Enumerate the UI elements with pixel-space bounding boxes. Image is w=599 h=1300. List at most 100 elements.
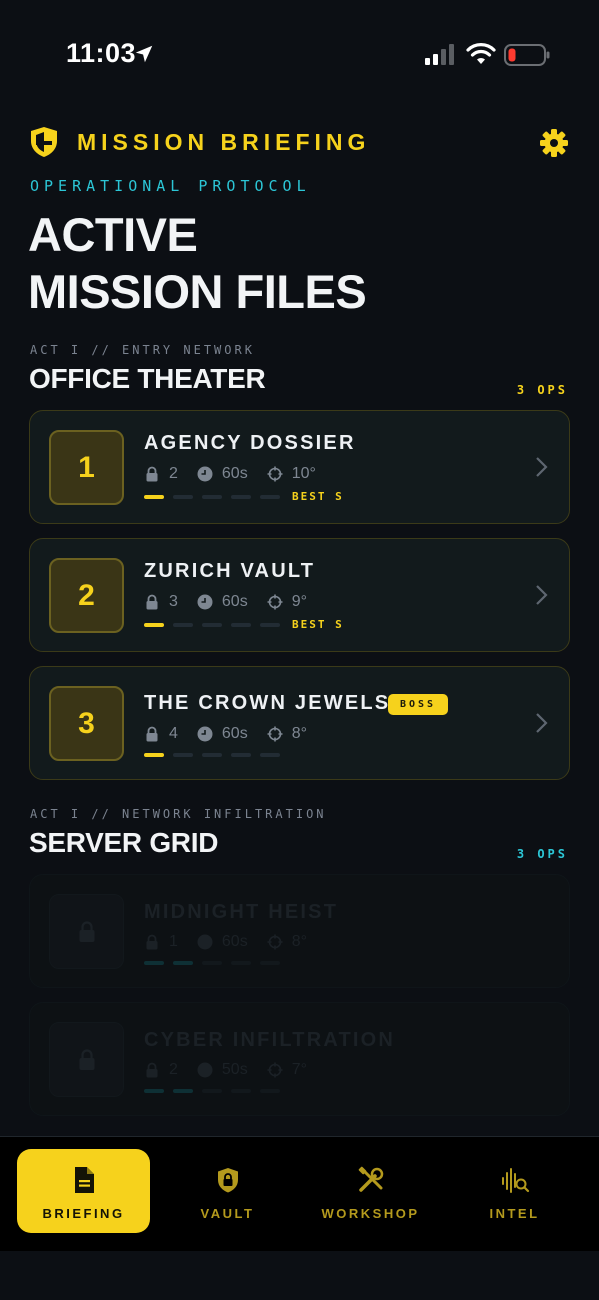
shield-logo-icon bbox=[31, 127, 57, 157]
progress-segment-filled bbox=[144, 495, 164, 499]
angle-tolerance: 9° bbox=[291, 593, 307, 610]
act-label: ACT I // ENTRY NETWORK bbox=[30, 343, 255, 357]
time-limit: 60s bbox=[221, 593, 248, 610]
lock-icon bbox=[79, 1048, 94, 1070]
mission-title: THE CROWN JEWELS bbox=[144, 692, 391, 714]
progress-segment bbox=[260, 623, 280, 627]
gear-icon[interactable] bbox=[539, 128, 569, 158]
mission-card[interactable]: 1 AGENCY DOSSIER 2 60s 10° BEST S bbox=[29, 410, 570, 524]
progress-segment bbox=[231, 961, 251, 965]
app-header: MISSION BRIEFING bbox=[0, 120, 599, 170]
wifi-icon bbox=[466, 43, 496, 64]
tab-label: WORKSHOP bbox=[321, 1206, 420, 1221]
mission-number: 3 bbox=[49, 686, 124, 761]
tab-intel[interactable]: INTEL bbox=[448, 1149, 581, 1233]
tab-briefing[interactable]: BRIEFING bbox=[17, 1149, 150, 1233]
tab-label: BRIEFING bbox=[42, 1206, 125, 1221]
document-icon bbox=[74, 1167, 94, 1193]
tab-vault[interactable]: VAULT bbox=[161, 1149, 294, 1233]
best-rank: BEST S bbox=[292, 490, 344, 503]
mission-stats: 4 60s 8° bbox=[144, 723, 326, 745]
chevron-right-icon bbox=[536, 713, 548, 733]
progress-segment bbox=[231, 753, 251, 757]
mission-title: MIDNIGHT HEIST bbox=[144, 901, 339, 923]
progress-segment-filled bbox=[144, 1089, 164, 1093]
mission-progress bbox=[144, 1089, 289, 1093]
battery-low-icon bbox=[504, 44, 550, 66]
clock-icon bbox=[197, 934, 213, 950]
lock-icon bbox=[79, 920, 94, 942]
mission-progress bbox=[144, 495, 289, 499]
chevron-right-icon bbox=[536, 457, 548, 477]
clock-icon bbox=[197, 726, 213, 742]
progress-segment bbox=[202, 495, 222, 499]
mission-stats: 3 60s 9° bbox=[144, 591, 326, 613]
progress-segment bbox=[260, 961, 280, 965]
progress-segment-filled bbox=[144, 753, 164, 757]
mission-stats: 2 60s 10° bbox=[144, 463, 335, 485]
lock-shield-icon bbox=[217, 1168, 238, 1193]
mission-stats: 2 50s 7° bbox=[144, 1059, 326, 1081]
progress-segment-filled bbox=[144, 961, 164, 965]
best-rank: BEST S bbox=[292, 618, 344, 631]
boss-badge: BOSS bbox=[388, 694, 449, 715]
lock-icon bbox=[146, 726, 158, 742]
mission-progress bbox=[144, 753, 289, 757]
lock-count: 2 bbox=[169, 1061, 178, 1078]
clock-icon bbox=[197, 1062, 213, 1078]
lock-icon bbox=[146, 1062, 158, 1078]
progress-segment-filled bbox=[173, 961, 193, 965]
page-title: ACTIVE MISSION FILES bbox=[28, 206, 367, 320]
crosshair-icon bbox=[267, 934, 283, 950]
progress-segment bbox=[202, 623, 222, 627]
progress-segment bbox=[202, 961, 222, 965]
lock-count: 4 bbox=[169, 725, 178, 742]
lock-icon bbox=[146, 934, 158, 950]
ops-count: 3 OPS bbox=[516, 383, 568, 397]
time-limit: 60s bbox=[221, 933, 248, 950]
mission-number: 2 bbox=[49, 558, 124, 633]
crosshair-icon bbox=[267, 1062, 283, 1078]
mission-progress bbox=[144, 623, 289, 627]
angle-tolerance: 8° bbox=[291, 933, 307, 950]
progress-segment bbox=[202, 753, 222, 757]
lock-count: 3 bbox=[169, 593, 178, 610]
mission-card-locked[interactable]: MIDNIGHT HEIST 1 60s 8° bbox=[29, 874, 570, 988]
act-label: ACT I // NETWORK INFILTRATION bbox=[30, 807, 327, 821]
lock-icon bbox=[146, 594, 158, 610]
tools-icon bbox=[358, 1166, 383, 1192]
crosshair-icon bbox=[267, 594, 283, 610]
mission-card[interactable]: 3 THE CROWN JEWELS BOSS 4 60s 8° bbox=[29, 666, 570, 780]
time-limit: 50s bbox=[221, 1061, 248, 1078]
progress-segment bbox=[260, 1089, 280, 1093]
tab-label: VAULT bbox=[200, 1206, 255, 1221]
progress-segment bbox=[231, 1089, 251, 1093]
progress-segment bbox=[231, 623, 251, 627]
bottom-tab-bar: BRIEFING VAULT WORKSHOP INTEL bbox=[0, 1136, 599, 1251]
locked-mission-box bbox=[49, 1022, 124, 1097]
app-brand-title: MISSION BRIEFING bbox=[77, 129, 371, 155]
progress-segment bbox=[260, 753, 280, 757]
clock-icon bbox=[197, 594, 213, 610]
angle-tolerance: 10° bbox=[291, 465, 316, 482]
mission-card-locked[interactable]: CYBER INFILTRATION 2 50s 7° bbox=[29, 1002, 570, 1116]
progress-segment-filled bbox=[144, 623, 164, 627]
mission-title: AGENCY DOSSIER bbox=[144, 432, 356, 454]
signal-search-icon bbox=[501, 1168, 529, 1193]
lock-count: 1 bbox=[169, 933, 178, 950]
mission-title: ZURICH VAULT bbox=[144, 560, 316, 582]
lock-icon bbox=[146, 466, 158, 482]
page-title-line2: MISSION FILES bbox=[28, 265, 367, 318]
angle-tolerance: 8° bbox=[291, 725, 307, 742]
progress-segment bbox=[173, 495, 193, 499]
mission-number: 1 bbox=[49, 430, 124, 505]
chevron-right-icon bbox=[536, 585, 548, 605]
crosshair-icon bbox=[267, 726, 283, 742]
section-title: SERVER GRID bbox=[29, 827, 219, 858]
mission-stats: 1 60s 8° bbox=[144, 931, 326, 953]
tab-workshop[interactable]: WORKSHOP bbox=[304, 1149, 437, 1233]
mission-card[interactable]: 2 ZURICH VAULT 3 60s 9° BEST S bbox=[29, 538, 570, 652]
progress-segment-filled bbox=[173, 1089, 193, 1093]
status-time: 11:03 bbox=[66, 38, 137, 68]
progress-segment bbox=[202, 1089, 222, 1093]
